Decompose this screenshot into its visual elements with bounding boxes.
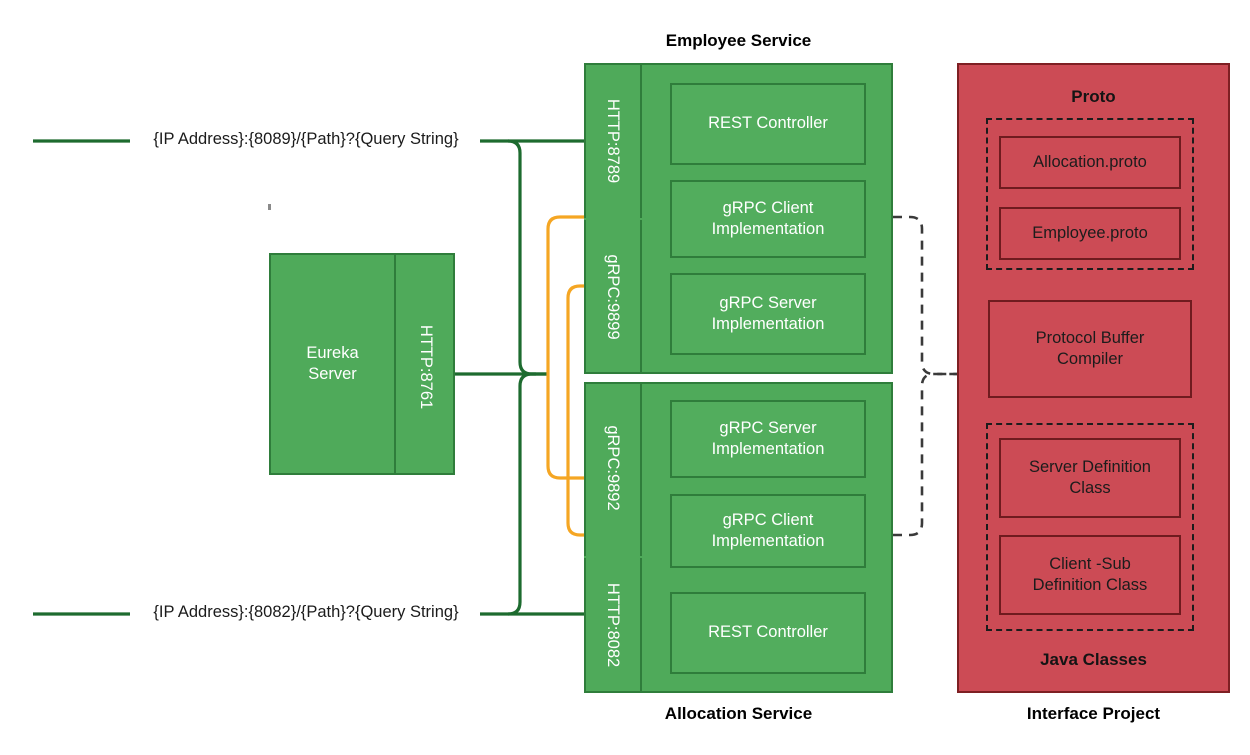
wire-top-url-to-bus: [480, 139, 548, 376]
employee-grpc-server: gRPC Server Implementation: [670, 273, 866, 355]
employee-http-port-label: HTTP:8789: [604, 98, 622, 184]
employee-grpc-client-line1: gRPC Client: [722, 198, 814, 217]
architecture-diagram: Employee Service Allocation Service Inte…: [0, 0, 1250, 755]
employee-strip-split: [584, 218, 642, 220]
eureka-port-label: HTTP:8761: [417, 324, 435, 410]
proto-group-label: Proto: [1071, 87, 1116, 106]
employee-grpc-server-line2: Implementation: [711, 315, 825, 333]
employee-grpc-port-label: gRPC:9899: [604, 254, 622, 340]
protocol-buffer-compiler-box: Protocol Buffer Compiler: [988, 300, 1192, 398]
allocation-proto-label: Allocation.proto: [1033, 152, 1147, 171]
allocation-service-caption: Allocation Service: [664, 704, 813, 723]
employee-grpc-server-line1: gRPC Server: [719, 293, 817, 312]
interface-project-caption: Interface Project: [1026, 704, 1161, 723]
client-sub-definition-class-line1: Client -Sub: [1049, 554, 1131, 573]
wire-allocation-client-to-interface: [893, 372, 957, 537]
allocation-proto-box: Allocation.proto: [999, 136, 1181, 189]
allocation-grpc-client-line2: Implementation: [711, 532, 825, 550]
eureka-divider: [394, 253, 396, 475]
server-definition-class-line1: Server Definition: [1029, 457, 1151, 476]
wire-employee-client-to-interface: [893, 215, 957, 376]
allocation-rest-controller-label: REST Controller: [708, 623, 828, 642]
client-sub-definition-class-box: Client -Sub Definition Class: [999, 535, 1181, 615]
wire-bottom-url-to-bus: [480, 372, 548, 616]
allocation-grpc-client-line1: gRPC Client: [722, 510, 814, 529]
allocation-grpc-server: gRPC Server Implementation: [670, 400, 866, 478]
protocol-buffer-compiler-line1: Protocol Buffer: [1035, 328, 1145, 347]
java-classes-group-label: Java Classes: [1040, 650, 1147, 669]
allocation-grpc-port-label: gRPC:9892: [604, 425, 622, 511]
image-speck-artifact: [268, 204, 271, 210]
employee-grpc-client-line2: Implementation: [711, 220, 825, 238]
employee-service-caption: Employee Service: [665, 31, 812, 50]
top-endpoint-label: {IP Address}:{8089}/{Path}?{Query String…: [153, 130, 459, 148]
eureka-name-line2: Server: [308, 365, 357, 383]
bottom-endpoint-label: {IP Address}:{8082}/{Path}?{Query String…: [153, 603, 459, 621]
allocation-port-divider: [640, 382, 642, 693]
employee-grpc-client: gRPC Client Implementation: [670, 180, 866, 258]
client-sub-definition-class-line2: Definition Class: [1032, 576, 1148, 594]
allocation-http-port-label: HTTP:8082: [604, 582, 622, 668]
allocation-grpc-server-line1: gRPC Server: [719, 418, 817, 437]
allocation-grpc-server-line2: Implementation: [711, 440, 825, 458]
employee-proto-label: Employee.proto: [1032, 223, 1148, 242]
employee-rest-controller: REST Controller: [670, 83, 866, 165]
eureka-server-name: Eureka Server: [271, 253, 394, 475]
server-definition-class-box: Server Definition Class: [999, 438, 1181, 518]
server-definition-class-line2: Class: [1069, 479, 1111, 497]
allocation-grpc-client: gRPC Client Implementation: [670, 494, 866, 568]
employee-rest-controller-label: REST Controller: [708, 114, 828, 133]
eureka-name-line1: Eureka: [306, 343, 359, 362]
allocation-rest-controller: REST Controller: [670, 592, 866, 674]
employee-proto-box: Employee.proto: [999, 207, 1181, 260]
protocol-buffer-compiler-line2: Compiler: [1056, 350, 1124, 368]
